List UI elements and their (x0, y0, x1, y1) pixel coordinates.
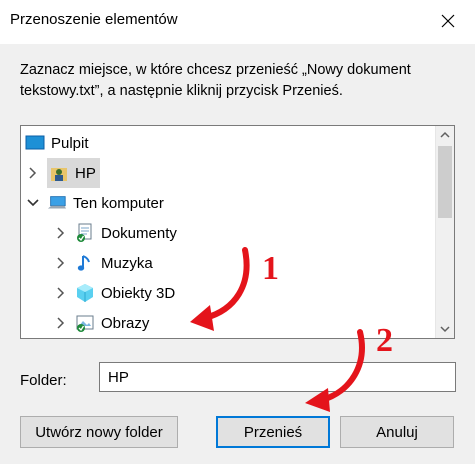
annotation-number-1: 1 (262, 250, 279, 287)
annotation-arrow-1 (190, 247, 250, 331)
annotation-overlay (190, 247, 365, 412)
annotation-arrow-2 (305, 329, 365, 412)
annotation-number-2: 2 (376, 322, 393, 359)
